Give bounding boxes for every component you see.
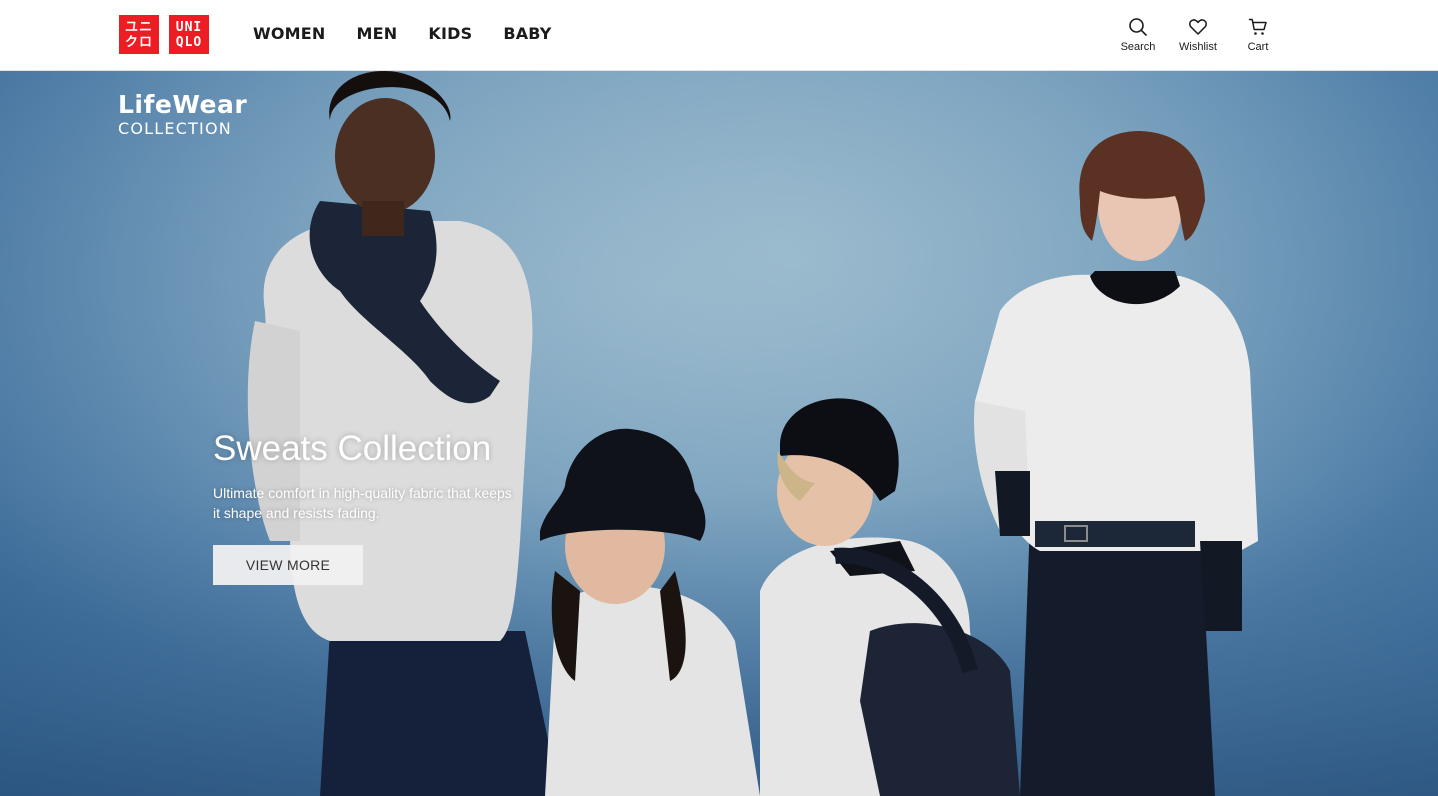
wishlist-label: Wishlist	[1179, 41, 1217, 53]
search-label: Search	[1120, 41, 1156, 53]
uniqlo-logo[interactable]: ユニ クロ UNI QLO	[119, 15, 209, 54]
nav-item-kids[interactable]: KIDS	[428, 24, 472, 43]
hero-description: Ultimate comfort in high-quality fabric …	[213, 485, 512, 521]
hero-promo: Sweats Collection Ultimate comfort in hi…	[213, 429, 533, 585]
search-button[interactable]: Search	[1108, 17, 1168, 53]
nav-item-men[interactable]: MEN	[357, 24, 398, 43]
site-header: ユニ クロ UNI QLO WOMEN MEN KIDS BABY Search	[0, 0, 1438, 71]
cart-label: Cart	[1247, 41, 1269, 53]
logo-katakana-line1: ユニ	[124, 19, 153, 35]
logo-katakana: ユニ クロ	[119, 15, 159, 54]
cart-icon	[1248, 17, 1268, 37]
lifewear-subtitle: COLLECTION	[118, 119, 232, 138]
utility-nav: Search Wishlist Cart	[1108, 17, 1288, 53]
nav-item-women[interactable]: WOMEN	[253, 24, 326, 43]
logo-latin: UNI QLO	[169, 15, 209, 54]
nav-item-baby[interactable]: BABY	[503, 24, 551, 43]
lifewear-collection-logo[interactable]: LifeWear COLLECTION	[118, 91, 247, 139]
hero-banner[interactable]: LifeWear COLLECTION Sweats Collection Ul…	[0, 71, 1438, 796]
view-more-button[interactable]: VIEW MORE	[213, 545, 363, 585]
main-nav: WOMEN MEN KIDS BABY	[253, 24, 583, 43]
logo-latin-line2: QLO	[175, 34, 203, 50]
cart-button[interactable]: Cart	[1228, 17, 1288, 53]
search-icon	[1128, 17, 1148, 37]
logo-katakana-line2: クロ	[124, 34, 153, 50]
hero-headline: Sweats Collection	[213, 429, 492, 468]
lifewear-title: LifeWear	[118, 90, 248, 119]
heart-icon	[1188, 17, 1208, 37]
logo-latin-line1: UNI	[175, 19, 203, 35]
wishlist-button[interactable]: Wishlist	[1168, 17, 1228, 53]
